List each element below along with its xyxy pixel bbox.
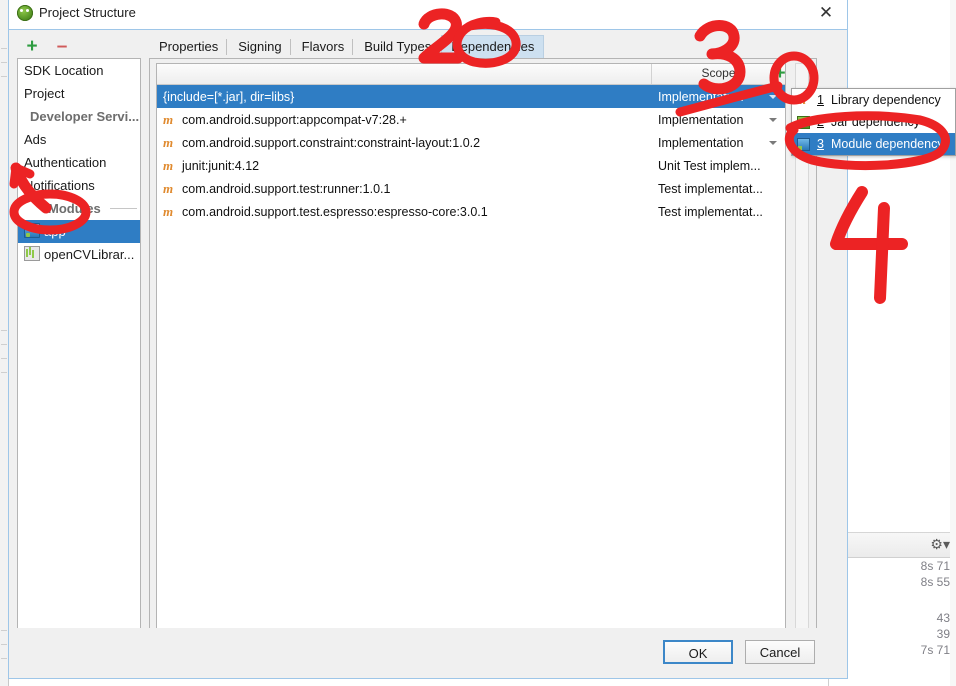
dialog-body: + – SDK Location Project Developer Servi… xyxy=(9,29,847,678)
dependency-name: {include=[*.jar], dir=libs} xyxy=(163,89,295,104)
menu-item-label: Library dependency xyxy=(831,93,941,107)
table-row[interactable]: m com.android.support.test:runner:1.0.1 T… xyxy=(157,177,785,200)
dependency-name: m com.android.support.test.espresso:espre… xyxy=(157,205,652,219)
tab-build-types[interactable]: Build Types xyxy=(354,35,441,58)
column-header-name[interactable] xyxy=(157,64,652,84)
dialog-footer: OK Cancel xyxy=(9,628,847,678)
table-row[interactable]: m junit:junit:4.12 Unit Test implem... xyxy=(157,154,785,177)
tab-properties[interactable]: Properties xyxy=(149,35,228,58)
column-header-scope[interactable]: Scope xyxy=(652,64,785,84)
library-module-icon xyxy=(24,246,40,261)
dependency-name: m com.android.support.test:runner:1.0.1 xyxy=(157,182,652,196)
tab-dependencies[interactable]: Dependencies xyxy=(441,35,545,58)
dependency-scope[interactable]: Implementation xyxy=(652,113,785,127)
sidebar-list: SDK Location Project Developer Servi... … xyxy=(17,58,141,655)
chevron-down-icon[interactable] xyxy=(769,94,777,99)
menu-item-label: Module dependency xyxy=(831,137,944,151)
add-dependency-menu: m 1 Library dependency 2 Jar dependency … xyxy=(791,88,956,156)
sidebar-item-authentication[interactable]: Authentication xyxy=(18,151,140,174)
gear-icon[interactable]: ⚙▾ xyxy=(930,535,950,553)
tab-flavors[interactable]: Flavors xyxy=(292,35,355,58)
table-row[interactable]: m com.android.support.test.espresso:espre… xyxy=(157,200,785,223)
android-studio-icon xyxy=(17,5,33,21)
dependency-name: m com.android.support.constraint:constrai… xyxy=(157,136,652,150)
sidebar-section-modules: Modules xyxy=(18,197,140,220)
chevron-down-icon[interactable] xyxy=(769,117,777,122)
dependency-name: m junit:junit:4.12 xyxy=(157,159,652,173)
dependency-name-text: junit:junit:4.12 xyxy=(182,158,260,173)
dependency-scope-value: Test implementat... xyxy=(658,181,763,196)
sidebar-item-ads[interactable]: Ads xyxy=(18,128,140,151)
dependency-scope[interactable]: Implementation xyxy=(652,90,785,104)
dependency-scope[interactable]: Implementation xyxy=(652,136,785,150)
table-row[interactable]: m com.android.support.constraint:constrai… xyxy=(157,131,785,154)
menu-item-mnemonic: 3 xyxy=(817,137,824,151)
maven-icon: m xyxy=(796,92,807,107)
table-row[interactable]: m com.android.support:appcompat-v7:28.+ I… xyxy=(157,108,785,131)
sidebar-item-developer-services[interactable]: Developer Servi... xyxy=(18,105,140,128)
table-header: Scope xyxy=(157,64,785,85)
library-dependency-menu-item[interactable]: m 1 Library dependency xyxy=(792,89,955,111)
jar-icon xyxy=(796,115,812,129)
add-module-button[interactable]: + xyxy=(21,36,43,58)
remove-module-button[interactable]: – xyxy=(51,36,73,58)
tab-bar: Properties Signing Flavors Build Types D… xyxy=(149,34,545,58)
dialog-titlebar: Project Structure ✕ xyxy=(9,0,847,29)
dependency-scope[interactable]: Test implementat... xyxy=(652,182,785,196)
jar-dependency-menu-item[interactable]: 2 Jar dependency xyxy=(792,111,955,133)
sidebar-toolbar: + – xyxy=(17,36,141,60)
dependency-name-text: com.android.support:appcompat-v7:28.+ xyxy=(182,112,407,127)
dependency-scope-value: Implementation xyxy=(658,135,744,150)
dialog-title: Project Structure xyxy=(39,5,136,20)
screen: ⚙▾ 8s 71 8s 55 43 39 7s 71 Project Struc… xyxy=(0,0,956,686)
dependency-scope-value: Implementation xyxy=(658,89,744,104)
maven-icon: m xyxy=(163,158,174,173)
maven-icon: m xyxy=(163,181,174,196)
dependency-name-text: com.android.support.constraint:constrain… xyxy=(182,135,481,150)
dependency-scope-value: Test implementat... xyxy=(658,204,763,219)
dependency-name-text: com.android.support.test:runner:1.0.1 xyxy=(182,181,391,196)
dependency-name: m com.android.support:appcompat-v7:28.+ xyxy=(157,113,652,127)
dependency-scope-value: Unit Test implem... xyxy=(658,158,761,173)
sidebar-item-label: app xyxy=(44,224,66,239)
dependencies-table: Scope {include=[*.jar], dir=libs} Implem… xyxy=(156,63,786,647)
tab-signing[interactable]: Signing xyxy=(228,35,291,58)
menu-item-mnemonic: 2 xyxy=(817,115,824,129)
cancel-button[interactable]: Cancel xyxy=(745,640,815,664)
sidebar-item-app[interactable]: app xyxy=(18,220,140,243)
menu-item-label: Jar dependency xyxy=(831,115,920,129)
close-icon[interactable]: ✕ xyxy=(815,2,837,24)
sidebar-item-opencvlibrary[interactable]: openCVLibrar... xyxy=(18,243,140,266)
maven-icon: m xyxy=(163,135,174,150)
dependency-scope[interactable]: Unit Test implem... xyxy=(652,159,785,173)
table-row[interactable]: {include=[*.jar], dir=libs} Implementati… xyxy=(157,85,785,108)
module-icon xyxy=(796,137,812,151)
sidebar-item-label: openCVLibrar... xyxy=(44,247,135,262)
maven-icon: m xyxy=(163,112,174,127)
dependency-name-text: com.android.support.test.espresso:espres… xyxy=(182,204,488,219)
project-structure-dialog: Project Structure ✕ + – SDK Location Pro… xyxy=(8,0,848,679)
menu-item-mnemonic: 1 xyxy=(817,93,824,107)
sidebar-item-project[interactable]: Project xyxy=(18,82,140,105)
module-dependency-menu-item[interactable]: 3 Module dependency xyxy=(792,133,955,155)
dependency-scope-value: Implementation xyxy=(658,112,744,127)
dependency-scope[interactable]: Test implementat... xyxy=(652,205,785,219)
chevron-down-icon[interactable] xyxy=(769,140,777,145)
sidebar-item-notifications[interactable]: Notifications xyxy=(18,174,140,197)
ok-button[interactable]: OK xyxy=(663,640,733,664)
app-module-icon xyxy=(24,223,40,238)
dependencies-panel: Scope {include=[*.jar], dir=libs} Implem… xyxy=(149,58,817,655)
sidebar-item-sdk-location[interactable]: SDK Location xyxy=(18,59,140,82)
maven-icon: m xyxy=(163,204,174,219)
add-dependency-button[interactable]: + xyxy=(768,63,792,85)
